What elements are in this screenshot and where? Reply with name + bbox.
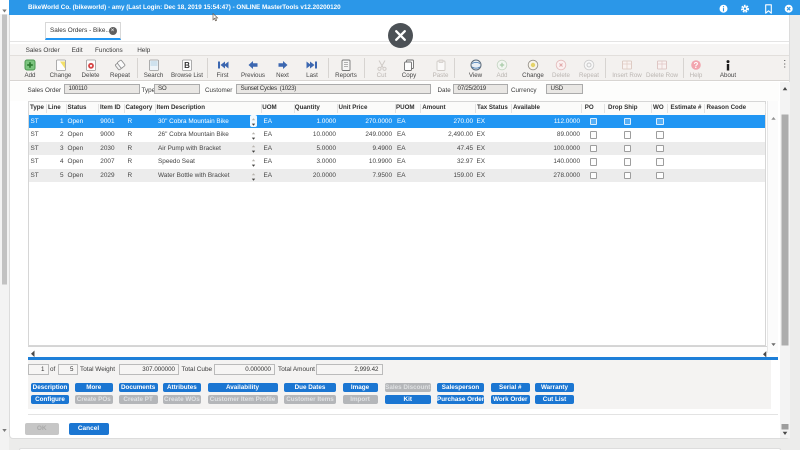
svg-text:B: B [184,61,190,70]
svg-text:?: ? [694,60,699,69]
